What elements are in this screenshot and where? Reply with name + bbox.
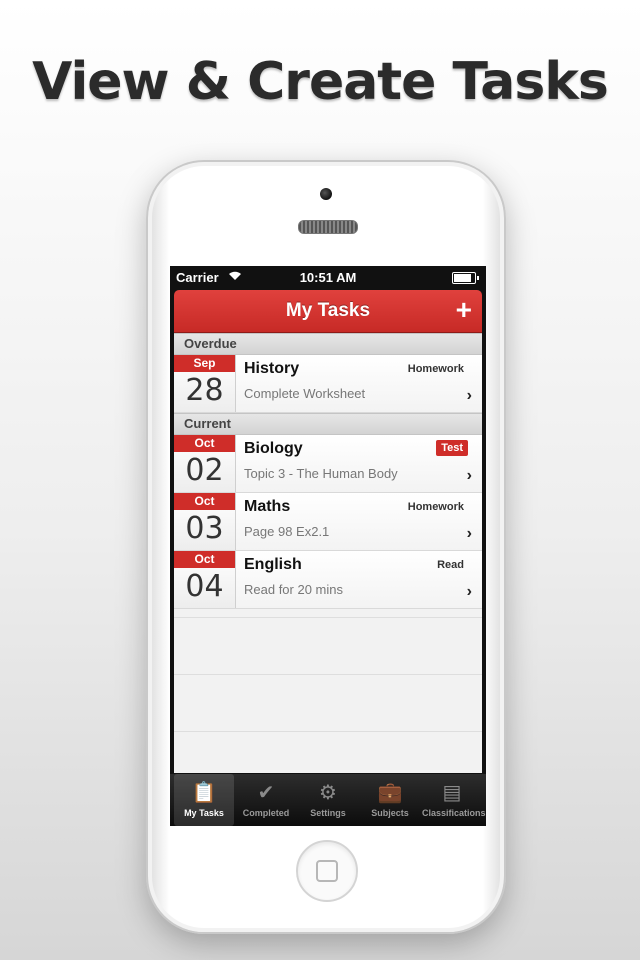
chevron-right-icon: ›: [466, 467, 472, 484]
tab-subjects[interactable]: 💼 Subjects: [360, 774, 420, 826]
task-type: Homework: [407, 501, 464, 513]
date-day: 04: [185, 569, 224, 604]
date-day: 02: [185, 453, 224, 488]
tab-label: Subjects: [371, 808, 409, 818]
chevron-right-icon: ›: [466, 387, 472, 404]
section-header-current: Current: [174, 413, 482, 435]
add-task-button[interactable]: +: [456, 294, 472, 326]
chevron-right-icon: ›: [466, 525, 472, 542]
front-camera: [320, 188, 332, 200]
tab-completed[interactable]: ✔ Completed: [236, 774, 296, 826]
tab-label: Settings: [310, 808, 346, 818]
task-list[interactable]: Overdue Sep 28 History Homework Complete…: [174, 333, 482, 773]
tab-label: Completed: [242, 808, 290, 818]
task-description: Complete Worksheet: [244, 386, 366, 401]
tab-classifications[interactable]: ▤ Classifications: [422, 774, 486, 826]
task-subject: English: [244, 556, 302, 573]
earpiece-speaker: [298, 220, 358, 234]
checkmark-icon: ✔: [257, 782, 275, 804]
task-subject: Biology: [244, 440, 303, 457]
home-square-icon: [316, 860, 338, 882]
clipboard-icon: 📋: [191, 782, 217, 804]
tab-my-tasks[interactable]: 📋 My Tasks: [174, 774, 234, 826]
date-badge: Oct 04: [174, 551, 236, 608]
task-type: Read: [437, 559, 464, 571]
phone-frame: Carrier 10:51 AM My Tasks + Overdue Sep …: [146, 160, 506, 934]
task-type-badge: Test: [436, 440, 468, 456]
folder-stack-icon: ▤: [442, 782, 462, 804]
promo-headline: View & Create Tasks: [32, 52, 609, 112]
task-description: Page 98 Ex2.1: [244, 524, 330, 539]
briefcase-icon: 💼: [377, 782, 403, 804]
status-bar: Carrier 10:51 AM: [170, 266, 486, 290]
date-badge: Oct 02: [174, 435, 236, 492]
tab-label: My Tasks: [184, 808, 224, 818]
chevron-right-icon: ›: [466, 583, 472, 600]
navigation-bar: My Tasks +: [174, 290, 482, 333]
date-badge: Sep 28: [174, 355, 236, 412]
nav-title: My Tasks: [285, 300, 371, 321]
battery-icon: [452, 272, 479, 284]
tab-label: Classifications: [422, 808, 486, 818]
tab-settings[interactable]: ⚙ Settings: [298, 774, 358, 826]
status-time: 10:51 AM: [299, 270, 357, 285]
home-button[interactable]: [296, 840, 358, 902]
tab-bar: 📋 My Tasks ✔ Completed ⚙ Settings 💼 Subj…: [170, 774, 486, 826]
date-day: 28: [185, 373, 224, 408]
task-row[interactable]: Oct 03 Maths Homework Page 98 Ex2.1 ›: [174, 493, 482, 551]
date-month: Oct: [174, 551, 235, 568]
gear-icon: ⚙: [319, 782, 337, 804]
date-month: Oct: [174, 493, 235, 510]
task-row[interactable]: Sep 28 History Homework Complete Workshe…: [174, 355, 482, 413]
section-header-overdue: Overdue: [174, 333, 482, 355]
date-day: 03: [185, 511, 224, 546]
task-description: Read for 20 mins: [244, 582, 343, 597]
task-subject: Maths: [244, 498, 291, 515]
task-row[interactable]: Oct 04 English Read Read for 20 mins ›: [174, 551, 482, 609]
task-subject: History: [244, 360, 300, 377]
date-month: Oct: [174, 435, 235, 452]
date-month: Sep: [174, 355, 235, 372]
task-type: Homework: [407, 363, 464, 375]
app-screen: Carrier 10:51 AM My Tasks + Overdue Sep …: [170, 266, 486, 826]
task-description: Topic 3 - The Human Body: [244, 466, 398, 481]
task-row[interactable]: Oct 02 Biology Test Topic 3 - The Human …: [174, 435, 482, 493]
date-badge: Oct 03: [174, 493, 236, 550]
